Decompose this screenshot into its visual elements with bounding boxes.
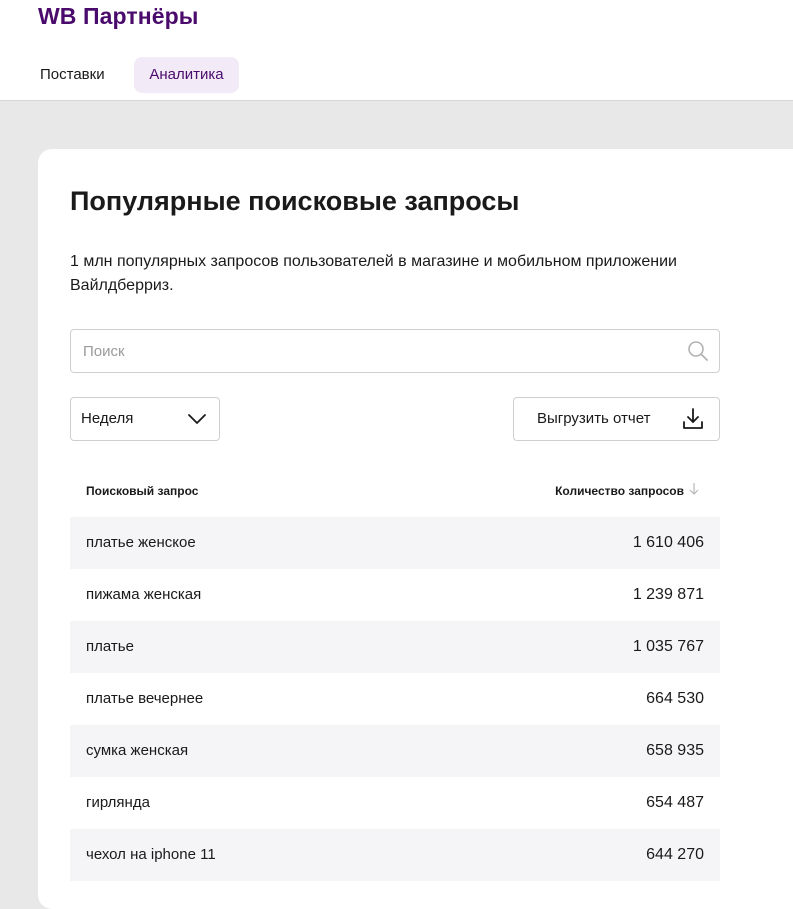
count-cell: 1 239 871 (632, 586, 704, 603)
search-queries-table: Поисковый запрос Количество запросов пла… (70, 467, 720, 881)
table-row: сумка женская 658 935 (70, 725, 720, 777)
page-description: 1 млн популярных запросов пользователей … (70, 253, 677, 294)
table-row: чехол на iphone 11 644 270 (70, 829, 720, 881)
query-cell: платье (86, 638, 134, 655)
table-row: гирлянда 654 487 (70, 777, 720, 829)
query-cell: сумка женская (86, 742, 189, 759)
count-cell: 1 035 767 (632, 638, 704, 655)
table-row: пижама женская 1 239 871 (70, 569, 720, 621)
period-select-value: Неделя (81, 410, 134, 427)
column-header-count[interactable]: Количество запросов (555, 484, 684, 498)
tab-supplies[interactable]: Поставки (38, 57, 107, 93)
top-header: WB Партнёры Поставки Аналитика (0, 0, 793, 101)
query-cell: чехол на iphone 11 (86, 846, 216, 863)
search-icon[interactable] (687, 340, 709, 362)
table-row: платье женское 1 610 406 (70, 517, 720, 569)
page-title: Популярные поисковые запросы (70, 186, 520, 216)
download-icon (683, 408, 703, 429)
content-card: Популярные поисковые запросы 1 млн попул… (38, 149, 793, 909)
query-cell: гирлянда (86, 794, 150, 811)
table-header: Поисковый запрос Количество запросов (70, 467, 720, 517)
search-box (70, 329, 720, 373)
export-report-label: Выгрузить отчет (537, 410, 651, 427)
tab-analytics[interactable]: Аналитика (134, 57, 239, 93)
count-cell: 644 270 (646, 846, 704, 863)
export-report-button[interactable]: Выгрузить отчет (513, 397, 720, 441)
count-cell: 1 610 406 (632, 534, 704, 551)
count-cell: 658 935 (646, 742, 704, 759)
period-select[interactable]: Неделя (70, 397, 220, 441)
table-row: платье вечернее 664 530 (70, 673, 720, 725)
query-cell: платье вечернее (86, 690, 204, 707)
table-row: платье 1 035 767 (70, 621, 720, 673)
count-cell: 664 530 (646, 690, 704, 707)
query-cell: платье женское (86, 534, 196, 551)
arrow-down-icon[interactable] (688, 482, 700, 496)
column-header-query: Поисковый запрос (86, 484, 199, 498)
query-cell: пижама женская (86, 586, 202, 603)
search-input[interactable] (71, 330, 671, 372)
count-cell: 654 487 (646, 794, 704, 811)
chevron-down-icon (188, 414, 206, 424)
logo[interactable]: WB Партнёры (38, 3, 199, 30)
